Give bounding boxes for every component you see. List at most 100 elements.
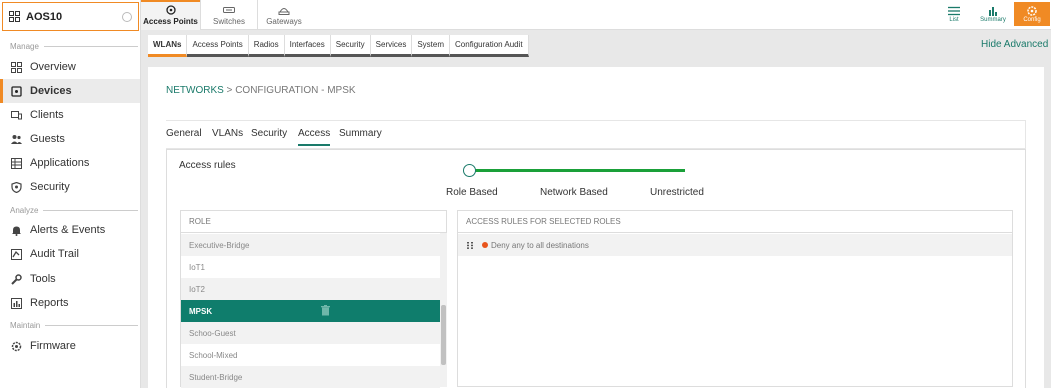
role-label: IoT2	[189, 284, 206, 294]
sidebar-item-applications[interactable]: Applications	[0, 151, 140, 175]
clients-icon	[11, 110, 22, 119]
gateway-icon	[278, 7, 290, 15]
switch-icon	[223, 6, 235, 13]
wizard-tabs: General VLANs Security Access Summary	[166, 120, 1026, 149]
role-list-scrollbar[interactable]	[440, 233, 447, 387]
sidebar: AOS10 Manage Overview Devices Clients Gu…	[0, 0, 141, 388]
config-subtabs: WLANs Access Points Radios Interfaces Se…	[148, 35, 529, 57]
sidebar-item-label: Guests	[30, 133, 65, 145]
subtab-system[interactable]: System	[412, 35, 451, 57]
role-item-mpsk[interactable]: MPSK	[181, 300, 440, 322]
breadcrumb-networks-link[interactable]: NETWORKS	[166, 85, 224, 96]
view-config-button[interactable]: Config	[1014, 2, 1050, 26]
guests-icon	[11, 134, 22, 144]
sidebar-item-label: Firmware	[30, 340, 76, 352]
deny-status-icon	[482, 242, 488, 248]
applications-icon	[11, 157, 22, 169]
rules-list-header: ACCESS RULES FOR SELECTED ROLES	[458, 211, 1012, 233]
sidebar-item-overview[interactable]: Overview	[0, 55, 140, 79]
access-slider-handle[interactable]	[463, 164, 476, 177]
sidebar-item-clients[interactable]: Clients	[0, 103, 140, 127]
subtab-wlans[interactable]: WLANs	[148, 35, 188, 57]
sidebar-item-label: Reports	[30, 297, 69, 309]
trash-icon[interactable]	[321, 305, 330, 316]
main-panel: NETWORKS > CONFIGURATION - MPSK General …	[148, 67, 1044, 388]
subtab-security[interactable]: Security	[330, 35, 371, 57]
slider-option-role-based[interactable]: Role Based	[446, 187, 498, 198]
breadcrumb-current: CONFIGURATION - MPSK	[235, 85, 356, 96]
sidebar-item-security[interactable]: Security	[0, 175, 140, 199]
view-label: Config	[1023, 16, 1041, 23]
sidebar-item-guests[interactable]: Guests	[0, 127, 140, 151]
role-item-iot2[interactable]: IoT2	[181, 278, 440, 300]
wizard-tab-access[interactable]: Access	[298, 128, 331, 146]
access-content: Access rules Role Based Network Based Un…	[166, 149, 1026, 388]
audit-icon	[11, 248, 22, 260]
tab-switches[interactable]: Switches	[201, 0, 258, 30]
role-item-executive-bridge[interactable]: Executive-Bridge	[181, 234, 440, 256]
access-rules-list: ACCESS RULES FOR SELECTED ROLES Deny any…	[457, 210, 1013, 387]
tab-access-points[interactable]: Access Points	[141, 0, 201, 30]
gear-icon	[1027, 5, 1037, 16]
wizard-tab-security[interactable]: Security	[251, 128, 287, 144]
sidebar-item-label: Alerts & Events	[30, 224, 106, 236]
wizard-tab-vlans[interactable]: VLANs	[212, 128, 243, 144]
top-nav-bar: Access Points Switches Gateways List Sum…	[141, 0, 1051, 30]
rule-text: Deny any to all destinations	[491, 240, 589, 250]
section-maintain: Maintain	[0, 319, 138, 331]
subtab-interfaces[interactable]: Interfaces	[284, 35, 331, 57]
group-name: AOS10	[26, 10, 63, 23]
access-slider-track[interactable]	[470, 169, 685, 172]
subtab-radios[interactable]: Radios	[248, 35, 285, 57]
sidebar-item-label: Tools	[30, 273, 56, 285]
drag-handle-icon[interactable]	[467, 241, 473, 249]
scrollbar-thumb[interactable]	[441, 305, 446, 365]
sidebar-item-label: Audit Trail	[30, 248, 79, 260]
wizard-tab-summary[interactable]: Summary	[339, 128, 382, 144]
list-icon	[948, 6, 960, 15]
subtab-configuration-audit[interactable]: Configuration Audit	[450, 35, 529, 57]
subtab-access-points[interactable]: Access Points	[187, 35, 249, 57]
slider-option-network-based[interactable]: Network Based	[540, 187, 608, 198]
role-item-iot1[interactable]: IoT1	[181, 256, 440, 278]
wizard-tab-general[interactable]: General	[166, 128, 202, 144]
group-icon	[9, 11, 20, 22]
role-label: MPSK	[189, 306, 213, 316]
role-item-schoo-guest[interactable]: Schoo-Guest	[181, 322, 440, 344]
breadcrumb: NETWORKS > CONFIGURATION - MPSK	[166, 85, 356, 96]
tab-label: Switches	[212, 16, 245, 26]
sidebar-item-label: Security	[30, 181, 70, 193]
tab-gateways[interactable]: Gateways	[258, 0, 310, 30]
bell-icon	[12, 226, 21, 236]
role-label: School-Mixed	[189, 350, 238, 360]
sidebar-item-reports[interactable]: Reports	[0, 291, 140, 315]
gear-icon	[11, 341, 22, 351]
view-summary-button[interactable]: Summary	[974, 2, 1012, 26]
devices-icon	[11, 85, 22, 97]
sidebar-item-alerts[interactable]: Alerts & Events	[0, 218, 140, 242]
sidebar-item-devices[interactable]: Devices	[0, 79, 140, 103]
access-point-icon	[165, 4, 176, 15]
section-analyze: Analyze	[0, 204, 138, 216]
sidebar-item-tools[interactable]: Tools	[0, 267, 140, 291]
sidebar-item-label: Clients	[30, 109, 64, 121]
group-selector[interactable]: AOS10	[2, 2, 139, 31]
tab-label: Gateways	[266, 16, 302, 26]
sidebar-item-label: Applications	[30, 157, 90, 169]
view-label: List	[949, 16, 959, 23]
rule-item[interactable]: Deny any to all destinations	[458, 234, 1012, 256]
bar-chart-icon	[989, 6, 997, 16]
role-list: ROLE Executive-Bridge IoT1 IoT2 MPSK Sch…	[180, 210, 447, 388]
hide-advanced-link[interactable]: Hide Advanced	[981, 39, 1048, 50]
view-list-button[interactable]: List	[936, 2, 972, 26]
role-label: Schoo-Guest	[189, 328, 236, 338]
role-item-school-mixed[interactable]: School-Mixed	[181, 344, 440, 366]
view-label: Summary	[980, 16, 1006, 23]
sidebar-item-firmware[interactable]: Firmware	[0, 334, 140, 358]
sidebar-item-audit-trail[interactable]: Audit Trail	[0, 242, 140, 266]
role-item-student-bridge[interactable]: Student-Bridge	[181, 366, 440, 388]
slider-option-unrestricted[interactable]: Unrestricted	[650, 187, 704, 198]
report-icon	[11, 297, 22, 309]
subtab-services[interactable]: Services	[370, 35, 413, 57]
section-manage: Manage	[0, 40, 138, 52]
